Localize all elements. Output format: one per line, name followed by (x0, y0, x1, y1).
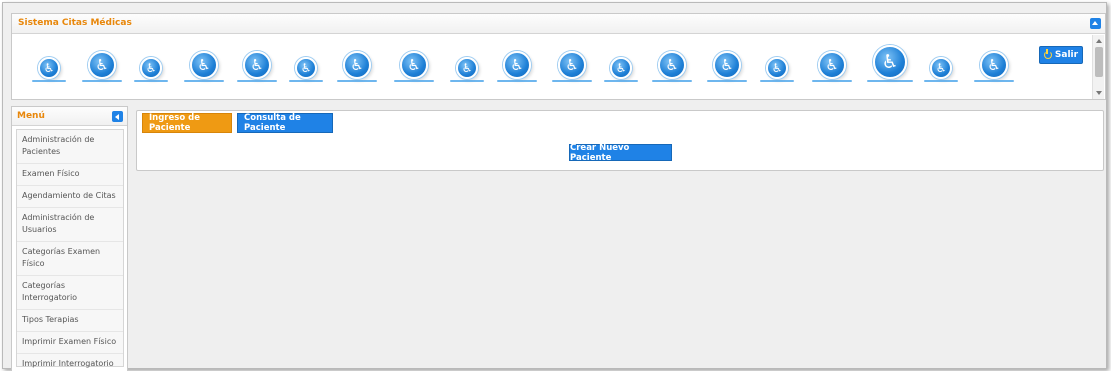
menu-item-categorias-examen-fisico[interactable]: Categorías Examen Físico (17, 242, 123, 276)
power-icon (1043, 49, 1052, 59)
patient-panel: Ingreso de Paciente Consulta de Paciente… (136, 110, 1104, 171)
menu-item-examen-fisico[interactable]: Examen Físico (17, 164, 123, 186)
wheelchair-icon: ♿ (604, 57, 640, 85)
wheelchair-icon: ♿ (867, 45, 915, 85)
wheelchair-icon: ♿ (237, 51, 279, 85)
menu-item-administracion-usuarios[interactable]: Administración de Usuarios (17, 208, 123, 242)
header-scrollbar[interactable] (1092, 35, 1104, 99)
wheelchair-icon: ♿ (652, 51, 694, 85)
tab-consulta-paciente[interactable]: Consulta de Paciente (237, 113, 333, 133)
menu-item-agendamiento-citas[interactable]: Agendamiento de Citas (17, 186, 123, 208)
wheelchair-icon: ♿ (184, 51, 226, 85)
sidebar-menu: Menú Administración de Pacientes Examen … (11, 106, 128, 371)
menu-list: Administración de Pacientes Examen Físic… (16, 129, 124, 368)
scrollbar-thumb[interactable] (1095, 47, 1103, 77)
menu-item-imprimir-examen-fisico[interactable]: Imprimir Examen Físico (17, 332, 123, 354)
wheelchair-icon: ♿ (707, 51, 749, 85)
wheelchair-icon: ♿ (552, 51, 594, 85)
scroll-up-icon[interactable] (1096, 39, 1102, 43)
tab-ingreso-paciente[interactable]: Ingreso de Paciente (142, 113, 232, 133)
collapse-sidebar-button[interactable] (112, 111, 123, 122)
collapse-header-button[interactable] (1090, 18, 1101, 29)
wheelchair-icon: ♿ (337, 51, 379, 85)
wheelchair-icon: ♿ (812, 51, 854, 85)
sidebar-titlebar: Menú (12, 107, 127, 126)
menu-item-tipos-terapias[interactable]: Tipos Terapias (17, 310, 123, 332)
wheelchair-icon: ♿ (394, 51, 436, 85)
wheelchair-icon: ♿ (450, 57, 486, 85)
create-patient-button[interactable]: Crear Nuevo Paciente (569, 143, 672, 163)
scroll-down-icon[interactable] (1096, 91, 1102, 95)
wheelchair-icon: ♿ (497, 51, 539, 85)
app-title: Sistema Citas Médicas (18, 18, 132, 28)
sidebar-title: Menú (17, 111, 45, 121)
wheelchair-icon: ♿ (924, 57, 960, 85)
wheelchair-icon: ♿ (82, 51, 124, 85)
wheelchair-icon: ♿ (134, 57, 170, 85)
menu-item-categorias-interrogatorio[interactable]: Categorías Interrogatorio (17, 276, 123, 310)
logout-button[interactable]: Salir (1039, 46, 1083, 64)
logout-label: Salir (1054, 50, 1079, 60)
app-window: Sistema Citas Médicas ♿ ♿ ♿ ♿ ♿ ♿ ♿ ♿ ♿ ♿ ♿ ♿ ♿ ♿ ♿ ♿ ♿ ♿… (2, 2, 1107, 371)
menu-item-imprimir-interrogatorio[interactable]: Imprimir Interrogatorio (17, 354, 123, 371)
wheelchair-icon: ♿ (32, 57, 68, 85)
header-panel: Sistema Citas Médicas ♿ ♿ ♿ ♿ ♿ ♿ ♿ ♿ ♿ ♿ ♿ ♿ ♿ ♿ ♿ ♿ ♿ ♿… (11, 13, 1106, 100)
wheelchair-icon: ♿ (289, 57, 325, 85)
header-titlebar: Sistema Citas Médicas (12, 14, 1105, 34)
wheelchair-icon: ♿ (974, 51, 1016, 85)
header-banner: ♿ ♿ ♿ ♿ ♿ ♿ ♿ ♿ ♿ ♿ ♿ ♿ ♿ ♿ ♿ ♿ ♿ ♿ ♿ (12, 35, 1092, 99)
menu-item-administracion-pacientes[interactable]: Administración de Pacientes (17, 130, 123, 164)
wheelchair-icon: ♿ (760, 57, 796, 85)
